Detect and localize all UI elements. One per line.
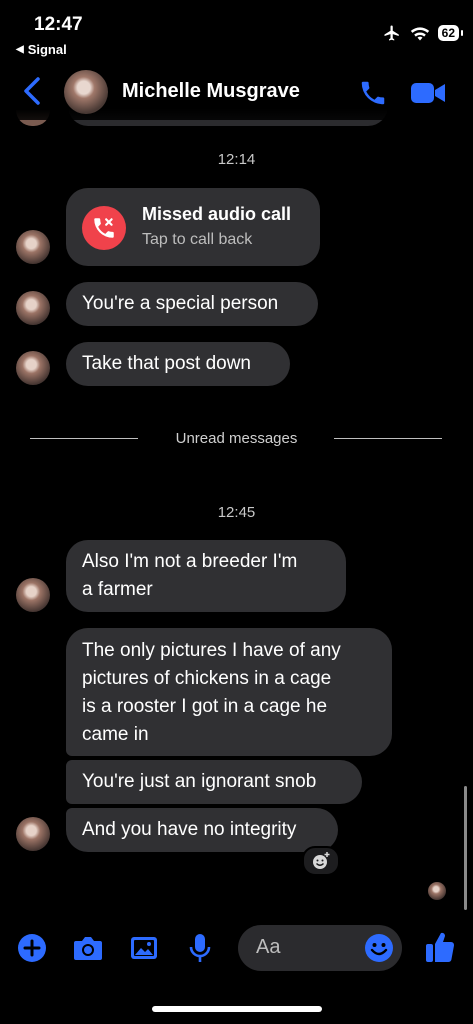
back-to-app[interactable]: ◀ Signal xyxy=(16,42,67,57)
message-text: a farmer xyxy=(82,579,153,600)
avatar[interactable] xyxy=(16,817,50,851)
message-text: pictures of chickens in a cage xyxy=(82,668,332,689)
contact-name[interactable]: Michelle Musgrave xyxy=(122,80,300,103)
reaction-emoji-icon xyxy=(313,852,330,869)
avatar[interactable] xyxy=(16,351,50,385)
thumbs-up-icon[interactable] xyxy=(424,930,456,964)
message-text: came in xyxy=(82,724,149,745)
scrollbar[interactable] xyxy=(464,786,467,910)
message-text: The only pictures I have of any xyxy=(82,640,341,661)
avatar[interactable] xyxy=(16,230,50,264)
unread-messages-label: Unread messages xyxy=(175,430,298,447)
missed-call-subtitle: Tap to call back xyxy=(142,231,253,248)
missed-call-title: Missed audio call xyxy=(142,204,292,224)
message-bubble[interactable]: Take that post down xyxy=(66,342,290,386)
message-bubble[interactable]: And you have no integrity xyxy=(66,808,338,852)
wifi-icon xyxy=(410,27,429,41)
message-bubble[interactable]: Also I'm not a breeder I'm a farmer xyxy=(66,540,346,612)
message-text: Also I'm not a breeder I'm xyxy=(82,551,298,572)
battery-icon: 62 xyxy=(437,25,464,41)
avatar[interactable] xyxy=(16,578,50,612)
image-icon[interactable] xyxy=(128,932,160,964)
emoji-icon[interactable] xyxy=(364,933,394,963)
back-triangle-icon: ◀ xyxy=(16,44,24,55)
message-bubble[interactable]: The only pictures I have of any pictures… xyxy=(66,628,392,756)
seen-avatar xyxy=(428,882,446,900)
status-time: 12:47 xyxy=(34,14,83,35)
message-text: And you have no integrity xyxy=(82,819,297,840)
phone-icon[interactable] xyxy=(358,78,388,108)
timestamp: 12:14 xyxy=(217,151,256,168)
message-text: Take that post down xyxy=(82,353,251,374)
status-icons: 62 xyxy=(382,24,464,42)
back-chevron-icon[interactable] xyxy=(20,76,44,106)
message-text: You're just an ignorant snob xyxy=(82,771,317,792)
home-indicator[interactable] xyxy=(152,1006,322,1012)
back-app-label: Signal xyxy=(27,42,67,57)
timestamp: 12:45 xyxy=(217,504,256,521)
message-text: You're a special person xyxy=(82,293,279,314)
airplane-icon xyxy=(384,25,399,41)
contact-avatar[interactable] xyxy=(64,70,108,114)
missed-call-icon xyxy=(82,206,126,250)
add-reaction-button[interactable] xyxy=(302,846,340,876)
microphone-icon[interactable] xyxy=(184,932,216,964)
message-input-placeholder: Aa xyxy=(256,936,281,958)
video-camera-icon[interactable] xyxy=(410,80,446,106)
message-text: is a rooster I got in a cage he xyxy=(82,696,328,717)
camera-icon[interactable] xyxy=(72,932,104,964)
message-bubble[interactable]: You're a special person xyxy=(66,282,318,326)
message-bubble[interactable]: You're just an ignorant snob xyxy=(66,760,362,804)
add-icon[interactable] xyxy=(16,932,48,964)
avatar[interactable] xyxy=(16,291,50,325)
